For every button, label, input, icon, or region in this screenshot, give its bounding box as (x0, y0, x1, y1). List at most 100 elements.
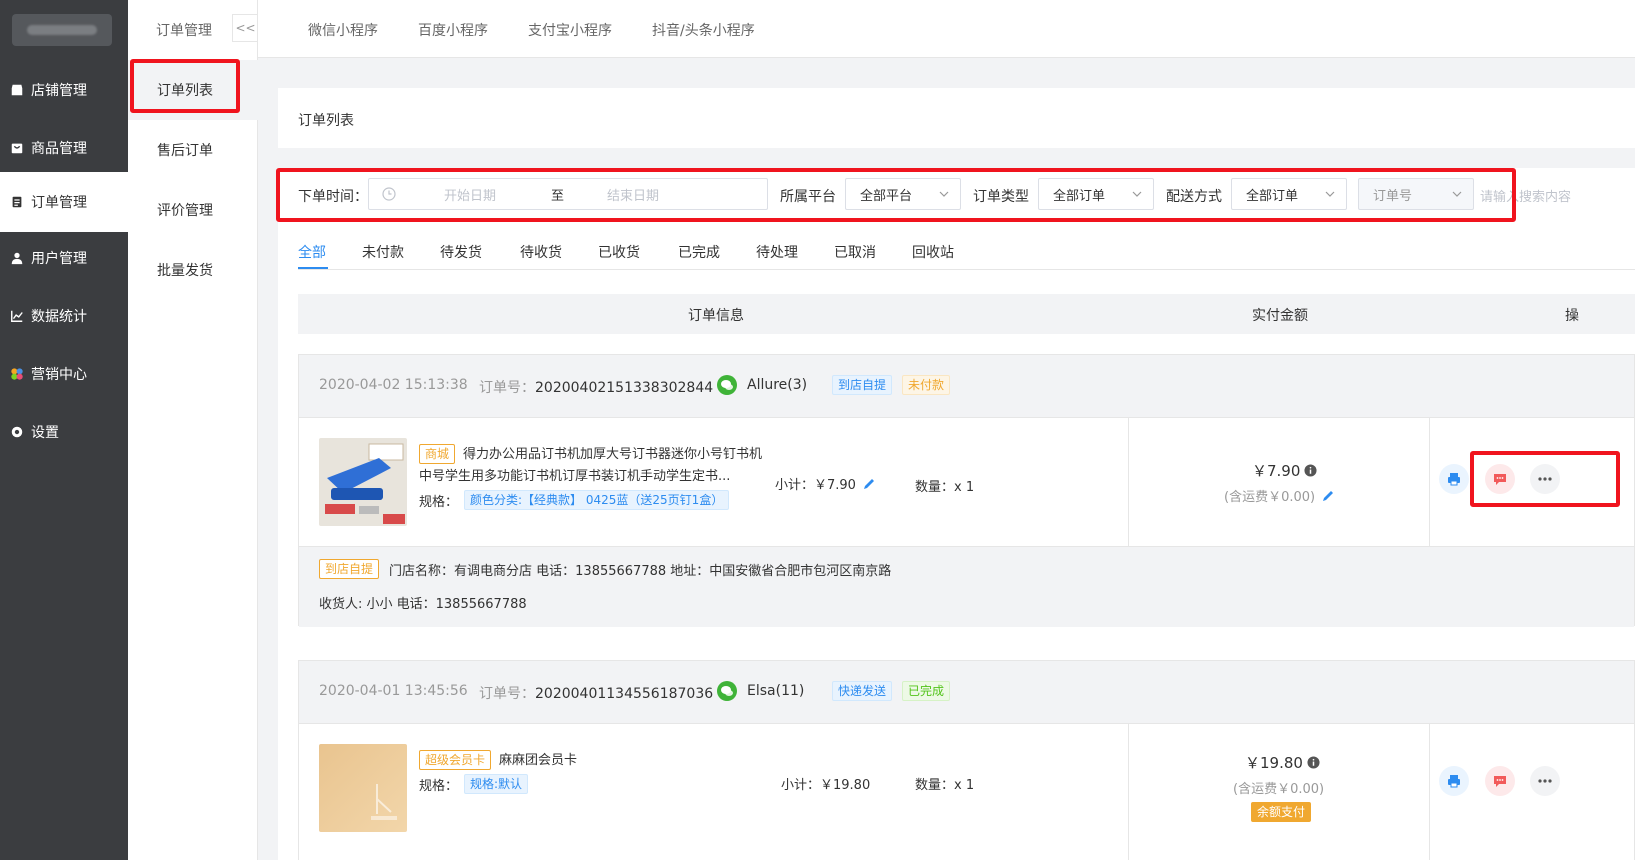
info-icon[interactable] (1304, 464, 1317, 477)
product-image[interactable] (319, 744, 407, 832)
tab-baidu[interactable]: 百度小程序 (418, 20, 488, 40)
message-icon (1494, 776, 1506, 787)
order-time-label: 下单时间： (298, 189, 368, 205)
tab-douyin[interactable]: 抖音/头条小程序 (652, 20, 755, 40)
print-button[interactable] (1439, 464, 1469, 494)
product-name[interactable]: 超级会员卡 麻麻团会员卡 (419, 750, 769, 772)
sidebar-item-users[interactable]: 用户管理 (0, 228, 128, 288)
table-header: 订单信息 实付金额 操 (298, 294, 1635, 334)
sidebar-item-statistics[interactable]: 数据统计 (0, 286, 128, 346)
paid-amount: ￥19.80 (1245, 752, 1320, 773)
tab-alipay[interactable]: 支付宝小程序 (528, 20, 612, 40)
tab-completed[interactable]: 已完成 (678, 242, 720, 262)
delivery-label: 配送方式 (1166, 189, 1222, 205)
tab-wechat[interactable]: 微信小程序 (308, 20, 378, 40)
edit-freight-icon[interactable] (1321, 489, 1335, 503)
delivery-select[interactable]: 全部订单 (1231, 178, 1347, 210)
sidebar-item-goods[interactable]: 商品管理 (0, 118, 128, 178)
tab-to-receive[interactable]: 待收货 (520, 242, 562, 262)
status-badge: 未付款 (902, 375, 951, 395)
spec-tag: 规格:默认 (464, 774, 529, 794)
subnav-item-reviews[interactable]: 评价管理 (128, 180, 258, 240)
sidebar-item-marketing[interactable]: 营销中心 (0, 344, 128, 404)
search-input[interactable]: 请输入搜索内容 (1480, 186, 1571, 205)
store-icon (10, 83, 24, 97)
product-name[interactable]: 商城 得力办公用品订书机加厚大号订书器迷你小号钉书机中号学生用多功能订书机订厚书装… (419, 444, 769, 488)
subnav-item-batch-ship[interactable]: 批量发货 (128, 240, 258, 300)
edit-price-icon[interactable] (862, 477, 876, 491)
pickup-tag: 到店自提 (319, 559, 380, 579)
delivery-select-value: 全部订单 (1246, 188, 1299, 204)
delivery-tag: 到店自提 (832, 375, 893, 395)
order-goods-row: 商城 得力办公用品订书机加厚大号订书器迷你小号钉书机中号学生用多功能订书机订厚书装… (299, 417, 1634, 547)
order-type-select[interactable]: 全部订单 (1038, 178, 1154, 210)
order-icon (10, 195, 24, 209)
product-spec: 规格： 规格:默认 (419, 774, 529, 794)
end-date-input[interactable]: 结束日期 (607, 185, 659, 204)
tab-all[interactable]: 全部 (298, 242, 326, 262)
order-time: 2020-04-01 13:45:56 (319, 683, 468, 699)
quantity: 数量：x 1 (915, 778, 975, 793)
subnav-item-order-list[interactable]: 订单列表 (128, 60, 258, 120)
freight-info: (含运费￥0.00) (1224, 486, 1335, 505)
receiver-info: 收货人: 小小 电话：13855667788 (319, 597, 527, 612)
tab-cancelled[interactable]: 已取消 (834, 242, 876, 262)
product-type-tag: 商城 (419, 444, 456, 464)
chevron-down-icon (1452, 191, 1462, 197)
subnav-title: 订单管理 (156, 23, 212, 39)
active-tab-indicator (298, 267, 328, 269)
order-card: 2020-04-01 13:45:56 订单号：2020040113455618… (298, 660, 1635, 860)
paid-amount: ￥7.90 (1252, 460, 1317, 481)
order-status-tabs: 全部 未付款 待发货 待收货 已收货 已完成 待处理 已取消 回收站 (298, 228, 1635, 270)
platform-select[interactable]: 全部平台 (845, 178, 961, 210)
order-number: 订单号：20200401134556187036 (479, 686, 714, 702)
more-icon (1538, 477, 1552, 481)
start-date-input[interactable]: 开始日期 (444, 185, 496, 204)
payment-method-tag: 余额支付 (1251, 802, 1312, 822)
delivery-tag: 快递发送 (832, 681, 893, 701)
more-icon (1538, 779, 1552, 783)
date-range-picker[interactable]: 开始日期 至 结束日期 (368, 178, 768, 210)
tab-received[interactable]: 已收货 (598, 242, 640, 262)
settings-icon (10, 425, 24, 439)
sidebar-item-label: 商品管理 (31, 141, 87, 157)
sidebar-item-settings[interactable]: 设置 (0, 402, 128, 462)
order-header: 2020-04-01 13:45:56 订单号：2020040113455618… (299, 661, 1634, 723)
page-title: 订单列表 (298, 113, 354, 129)
logo (12, 14, 112, 46)
spec-tag: 颜色分类:【经典款】 0425蓝（送25页钉1盒） (464, 490, 730, 510)
sidebar-item-orders[interactable]: 订单管理 (0, 172, 128, 232)
order-card: 2020-04-02 15:13:38 订单号：2020040215133830… (298, 354, 1635, 627)
customer-name[interactable]: Elsa(11) (747, 683, 804, 699)
sidebar-item-label: 店铺管理 (31, 83, 87, 99)
order-pickup-info: 到店自提 门店名称：有调电商分店 电话：13855667788 地址：中国安徽省… (299, 547, 1634, 627)
tab-to-ship[interactable]: 待发货 (440, 242, 482, 262)
subnav-item-after-sales[interactable]: 售后订单 (128, 120, 258, 180)
order-time: 2020-04-02 15:13:38 (319, 377, 468, 393)
more-button[interactable] (1530, 464, 1560, 494)
message-button[interactable] (1485, 766, 1515, 796)
wechat-icon (717, 681, 737, 701)
customer-name[interactable]: Allure(3) (747, 377, 807, 393)
order-type-label: 订单类型 (973, 189, 1029, 205)
tab-pending[interactable]: 待处理 (756, 242, 798, 262)
printer-icon (1448, 473, 1460, 486)
platform-select-value: 全部平台 (860, 188, 913, 204)
platform-tabs: 微信小程序 百度小程序 支付宝小程序 抖音/头条小程序 (258, 0, 1635, 58)
sidebar-item-store[interactable]: 店铺管理 (0, 60, 128, 120)
message-button[interactable] (1485, 464, 1515, 494)
collapse-button[interactable]: << (232, 14, 258, 42)
more-button[interactable] (1530, 766, 1560, 796)
header-amount: 实付金额 (1252, 308, 1308, 324)
goods-icon (10, 141, 24, 155)
info-icon[interactable] (1307, 756, 1320, 769)
print-button[interactable] (1439, 766, 1469, 796)
product-image[interactable] (319, 438, 407, 526)
subtotal: 小计：￥19.80 (781, 778, 871, 793)
product-type-tag: 超级会员卡 (419, 750, 492, 770)
chevron-down-icon (939, 191, 949, 197)
search-field-select[interactable]: 订单号 (1358, 178, 1474, 210)
printer-icon (1448, 775, 1460, 788)
tab-recycle-bin[interactable]: 回收站 (912, 242, 954, 262)
tab-unpaid[interactable]: 未付款 (362, 242, 404, 262)
